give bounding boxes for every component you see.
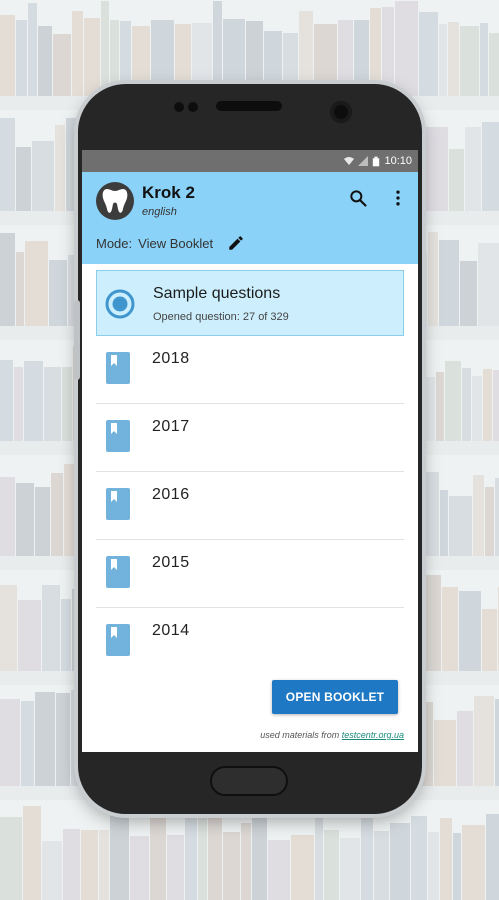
- book-icon: [106, 420, 130, 452]
- open-booklet-button[interactable]: OPEN BOOKLET: [272, 680, 398, 714]
- year-label: 2018: [152, 350, 190, 367]
- search-icon[interactable]: [348, 188, 368, 208]
- radio-selected-icon: [105, 289, 135, 319]
- list-item[interactable]: 2014: [96, 608, 404, 676]
- sample-questions-title: Sample questions: [153, 285, 281, 302]
- sensor-dots: [174, 102, 200, 112]
- year-label: 2016: [152, 486, 190, 503]
- book-icon: [106, 488, 130, 520]
- status-bar: 10:10: [82, 150, 418, 172]
- mode-label: Mode:: [96, 235, 133, 251]
- mode-value: View Booklet: [138, 235, 214, 251]
- phone-side-button: [74, 300, 80, 380]
- mode-row[interactable]: Mode: View Booklet: [96, 234, 245, 252]
- wifi-icon: [344, 157, 355, 165]
- app-language[interactable]: english: [142, 206, 177, 218]
- credit-link[interactable]: testcentr.org.ua: [342, 730, 404, 740]
- credit-text: used materials from testcentr.org.ua: [260, 730, 404, 740]
- app-screen: 10:10 Krok 2 english Mode: View Booklet: [82, 150, 418, 752]
- list-item[interactable]: 2017: [96, 404, 404, 472]
- year-label: 2017: [152, 418, 190, 435]
- list-item[interactable]: 2016: [96, 472, 404, 540]
- home-button[interactable]: [210, 766, 288, 796]
- sample-questions-progress: Opened question: 27 of 329: [153, 311, 289, 323]
- credit-prefix: used materials from: [260, 730, 340, 740]
- list-item[interactable]: 2018: [96, 336, 404, 404]
- app-title: Krok 2: [142, 183, 195, 202]
- year-label: 2015: [152, 554, 190, 571]
- status-time: 10:10: [384, 155, 412, 167]
- list-item-sample-questions[interactable]: Sample questions Opened question: 27 of …: [96, 270, 404, 336]
- more-vert-icon[interactable]: [388, 188, 408, 208]
- year-label: 2014: [152, 622, 190, 639]
- tooth-icon: [96, 182, 134, 220]
- pencil-icon[interactable]: [227, 234, 245, 252]
- earpiece-speaker: [216, 101, 282, 111]
- book-icon: [106, 624, 130, 656]
- book-icon: [106, 556, 130, 588]
- app-bar: Krok 2 english Mode: View Booklet: [82, 172, 418, 264]
- book-icon: [106, 352, 130, 384]
- battery-icon: [373, 156, 380, 166]
- signal-icon: [358, 156, 369, 166]
- list-item[interactable]: 2015: [96, 540, 404, 608]
- front-camera: [330, 101, 352, 123]
